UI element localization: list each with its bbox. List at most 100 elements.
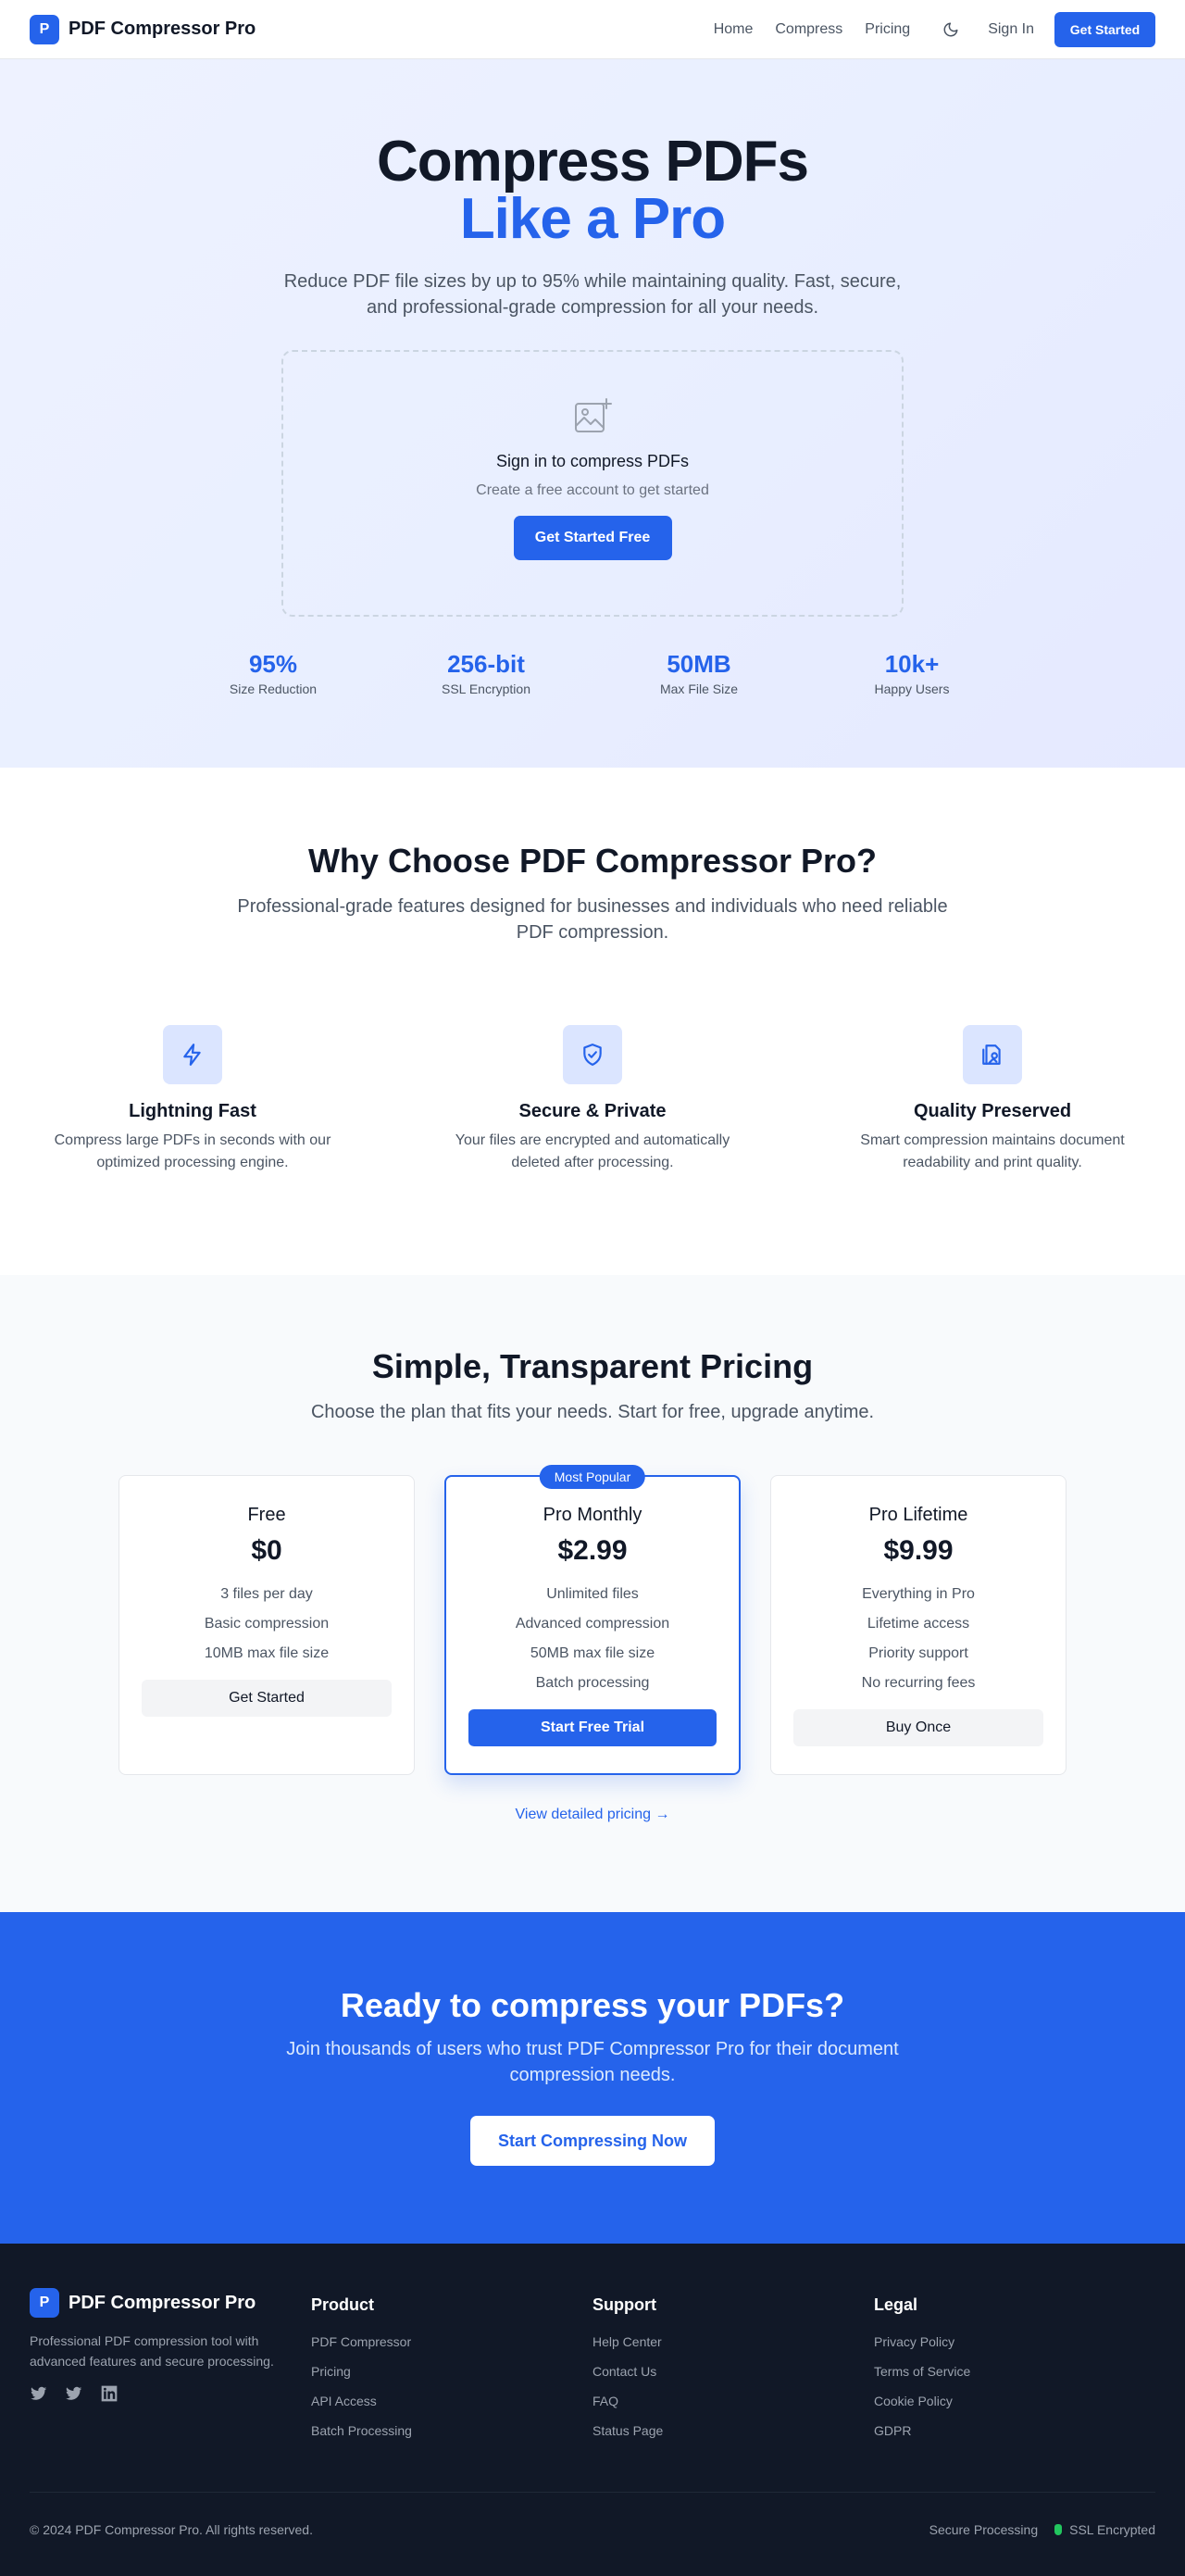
plan-price: $9.99 — [883, 1535, 954, 1566]
footer-link[interactable]: Help Center — [592, 2327, 874, 2357]
plan-card-free: Free $0 3 files per day Basic compressio… — [118, 1475, 415, 1775]
plan-features: Everything in Pro Lifetime access Priori… — [793, 1580, 1043, 1698]
logo-mark: P — [30, 14, 59, 44]
most-popular-badge: Most Popular — [539, 1465, 646, 1489]
footer-link[interactable]: Batch Processing — [311, 2416, 592, 2445]
footer-link[interactable]: Cookie Policy — [874, 2386, 1155, 2416]
plan-price: $0 — [251, 1535, 282, 1566]
plan-features: Unlimited files Advanced compression 50M… — [468, 1580, 717, 1698]
nav-link-home[interactable]: Home — [714, 21, 754, 38]
footer-legal-column: Legal Privacy Policy Terms of Service Co… — [874, 2288, 1155, 2445]
brand-logo-link[interactable]: P PDF Compressor Pro — [30, 14, 256, 44]
feature-desc: Smart compression maintains document rea… — [860, 1132, 1125, 1170]
cta-subtitle: Join thousands of users who trust PDF Co… — [286, 2039, 899, 2085]
footer: P PDF Compressor Pro Professional PDF co… — [0, 2244, 1185, 2576]
twitter-icon[interactable] — [65, 2384, 83, 2403]
feature-desc: Your files are encrypted and automatical… — [455, 1132, 730, 1170]
plan-feature: Priority support — [868, 1645, 968, 1661]
stat-item: 256-bit SSL Encryption — [380, 650, 592, 696]
features-title: Why Choose PDF Compressor Pro? — [307, 842, 878, 880]
footer-link[interactable]: PDF Compressor — [311, 2327, 592, 2357]
buy-once-button[interactable]: Buy Once — [793, 1709, 1043, 1746]
stat-label: Max File Size — [659, 682, 739, 696]
plan-name: Pro Lifetime — [868, 1505, 968, 1525]
footer-link[interactable]: GDPR — [874, 2416, 1155, 2445]
feature-title: Quality Preserved — [913, 1101, 1072, 1121]
stat-label: SSL Encryption — [442, 682, 530, 696]
footer-brand-link[interactable]: P PDF Compressor Pro — [30, 2288, 311, 2318]
footer-columns: P PDF Compressor Pro Professional PDF co… — [30, 2288, 1155, 2445]
nav-link-compress[interactable]: Compress — [775, 21, 842, 38]
stats-row: 95% Size Reduction 256-bit SSL Encryptio… — [0, 650, 1185, 696]
hero-title-line1: Compress PDFs — [377, 130, 809, 194]
shield-icon — [1054, 2524, 1063, 2535]
top-navbar: P PDF Compressor Pro Home Compress Prici… — [0, 0, 1185, 59]
dropzone-subtitle: Create a free account to get started — [476, 482, 709, 498]
document-image-icon — [963, 1025, 1022, 1084]
footer-support-column: Support Help Center Contact Us FAQ Statu… — [592, 2288, 874, 2445]
footer-link[interactable]: FAQ — [592, 2386, 874, 2416]
footer-heading: Support — [592, 2295, 656, 2314]
footer-link[interactable]: Privacy Policy — [874, 2327, 1155, 2357]
pricing-title: Simple, Transparent Pricing — [371, 1347, 814, 1385]
plan-features: 3 files per day Basic compression 10MB m… — [142, 1580, 392, 1669]
image-add-icon — [573, 396, 612, 435]
start-free-trial-button[interactable]: Start Free Trial — [468, 1709, 717, 1746]
features-section: Why Choose PDF Compressor Pro? Professio… — [0, 768, 1185, 1275]
logo-mark: P — [30, 2288, 59, 2318]
hero-title-line2: Like a Pro — [459, 187, 726, 251]
moon-icon[interactable] — [942, 20, 960, 39]
pricing-section: Simple, Transparent Pricing Choose the p… — [0, 1275, 1185, 1912]
stat-value: 50MB — [667, 650, 731, 678]
footer-link[interactable]: API Access — [311, 2386, 592, 2416]
upload-dropzone[interactable]: Sign in to compress PDFs Create a free a… — [281, 350, 904, 617]
footer-link[interactable]: Status Page — [592, 2416, 874, 2445]
lightning-icon — [163, 1025, 222, 1084]
plan-feature: Everything in Pro — [862, 1586, 975, 1602]
sign-in-link[interactable]: Sign In — [988, 21, 1034, 38]
plan-feature: No recurring fees — [861, 1675, 976, 1691]
cta-section: Ready to compress your PDFs? Join thousa… — [0, 1912, 1185, 2244]
get-started-button[interactable]: Get Started — [1054, 11, 1155, 47]
footer-product-column: Product PDF Compressor Pricing API Acces… — [311, 2288, 592, 2445]
stat-label: Happy Users — [874, 682, 950, 696]
feature-card: Quality Preserved Smart compression main… — [837, 1025, 1148, 1174]
get-started-free-button[interactable]: Get Started Free — [513, 516, 672, 560]
footer-link[interactable]: Contact Us — [592, 2357, 874, 2386]
footer-bottom-bar: © 2024 PDF Compressor Pro. All rights re… — [30, 2492, 1155, 2537]
hero-section: Compress PDFs Like a Pro Reduce PDF file… — [0, 59, 1185, 768]
twitter-icon[interactable] — [30, 2384, 48, 2403]
plan-price: $2.99 — [557, 1535, 628, 1566]
footer-links: PDF Compressor Pricing API Access Batch … — [311, 2327, 592, 2445]
pricing-subtitle: Choose the plan that fits your needs. St… — [310, 1402, 875, 1422]
start-compressing-button[interactable]: Start Compressing Now — [470, 2116, 715, 2166]
linkedin-icon[interactable] — [100, 2384, 118, 2403]
plan-feature: Lifetime access — [867, 1616, 970, 1632]
footer-link[interactable]: Terms of Service — [874, 2357, 1155, 2386]
footer-links: Help Center Contact Us FAQ Status Page — [592, 2327, 874, 2445]
stat-item: 50MB Max File Size — [592, 650, 805, 696]
social-links — [30, 2384, 311, 2403]
plan-feature: 10MB max file size — [204, 1645, 330, 1661]
footer-links: Privacy Policy Terms of Service Cookie P… — [874, 2327, 1155, 2445]
dropzone-title: Sign in to compress PDFs — [495, 452, 690, 470]
footer-link[interactable]: Pricing — [311, 2357, 592, 2386]
plan-free-button[interactable]: Get Started — [142, 1680, 392, 1717]
stat-value: 95% — [248, 650, 298, 678]
hero-subtitle: Reduce PDF file sizes by up to 95% while… — [283, 271, 902, 318]
footer-heading: Legal — [874, 2295, 918, 2314]
plan-feature: Basic compression — [204, 1616, 330, 1632]
footer-brand-name: PDF Compressor Pro — [69, 2292, 256, 2313]
nav-link-pricing[interactable]: Pricing — [865, 21, 910, 38]
footer-description: Professional PDF compression tool with a… — [30, 2333, 274, 2369]
shield-check-icon — [563, 1025, 622, 1084]
nav-menu: Home Compress Pricing Sign In Get Starte… — [714, 11, 1155, 47]
stat-value: 10k+ — [884, 650, 940, 678]
secure-processing-label: Secure Processing — [929, 2522, 1039, 2537]
view-detailed-pricing-link[interactable]: View detailed pricing → — [516, 1807, 670, 1823]
footer-brand-column: P PDF Compressor Pro Professional PDF co… — [30, 2288, 311, 2445]
copyright-text: © 2024 PDF Compressor Pro. All rights re… — [30, 2522, 313, 2537]
plan-card-pro-monthly: Most Popular Pro Monthly $2.99 Unlimited… — [444, 1465, 741, 1775]
feature-title: Secure & Private — [518, 1101, 667, 1121]
features-subtitle: Professional-grade features designed for… — [237, 896, 948, 943]
